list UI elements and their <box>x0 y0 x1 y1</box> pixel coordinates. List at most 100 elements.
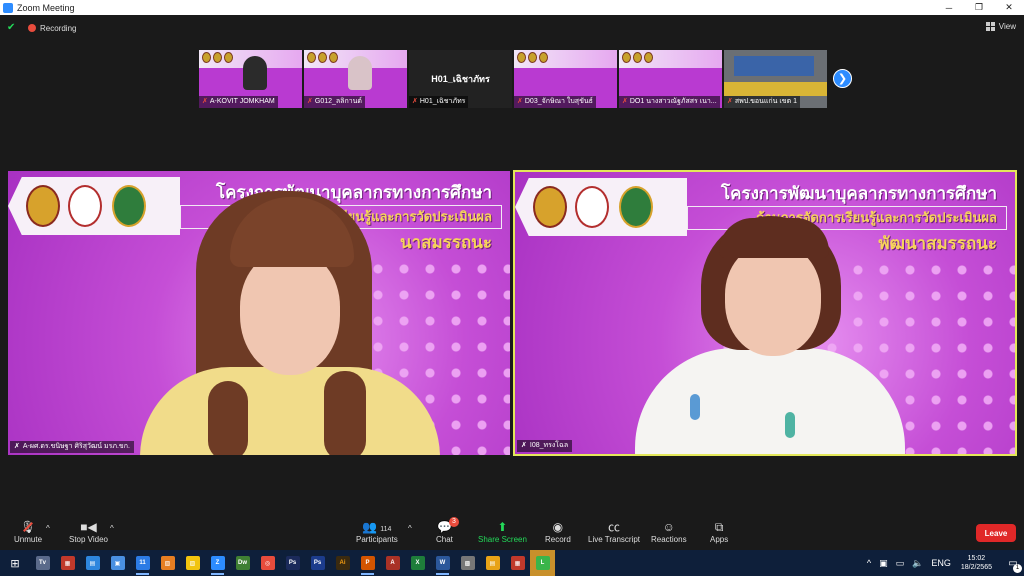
unmute-button[interactable]: 🎙 Unmute <box>14 519 42 544</box>
taskbar-app[interactable]: Ps <box>280 550 305 576</box>
reactions-button[interactable]: ☺ Reactions <box>651 519 687 544</box>
participants-count: 114 <box>380 526 392 533</box>
mic-muted-icon: ✗ <box>412 98 418 105</box>
emblem-icon <box>575 186 609 228</box>
participant-thumbnail[interactable]: ✗ A-KOVIT JOMKHAM <box>199 50 302 108</box>
mic-muted-icon: ✗ <box>202 98 208 105</box>
view-button[interactable]: View <box>985 22 1016 31</box>
taskbar-app[interactable]: Ai <box>330 550 355 576</box>
room-table <box>724 82 827 96</box>
taskbar-app[interactable]: ▨ <box>180 550 205 576</box>
participant-name-label: ✗ G012_ลลิกานต์ <box>304 96 365 108</box>
closed-caption-icon: ㏄ <box>608 520 621 534</box>
stop-video-button[interactable]: ■◀ Stop Video <box>69 519 108 544</box>
emblem-icons <box>517 52 548 63</box>
recording-icon <box>28 24 36 32</box>
mic-muted-icon: ✗ <box>622 98 628 105</box>
taskbar-app[interactable]: 11 <box>130 550 155 576</box>
taskbar-app[interactable]: ▦ <box>55 550 80 576</box>
participant-name-label: ✗ สพป.ขอนแก่น เขต 1 <box>724 96 800 108</box>
clock-date: 18/2/2565 <box>960 564 992 571</box>
taskbar-app[interactable]: ▤ <box>80 550 105 576</box>
meeting-controls-toolbar: 🎙 Unmute ^ ■◀ Stop Video ^ 👥114 Particip… <box>0 516 1024 550</box>
mic-muted-icon: ✗ <box>307 98 313 105</box>
window-title: Zoom Meeting <box>17 2 75 13</box>
title-bar: Zoom Meeting ─ ❐ ✕ <box>0 0 1024 15</box>
clock[interactable]: 15:02 18/2/2565 <box>961 554 992 572</box>
notification-count-badge: 1 <box>1013 563 1022 573</box>
participant-video <box>243 56 267 90</box>
taskbar-app[interactable]: P <box>355 550 380 576</box>
taskbar-app[interactable]: ▦ <box>505 550 530 576</box>
taskbar-app[interactable]: Dw <box>230 550 255 576</box>
smiley-icon: ☺ <box>662 520 675 534</box>
display-icon[interactable]: ▭ <box>896 558 905 569</box>
close-button[interactable]: ✕ <box>994 0 1024 15</box>
share-screen-button[interactable]: ⬆ Share Screen <box>478 519 527 544</box>
minimize-button[interactable]: ─ <box>934 0 964 15</box>
record-button[interactable]: ◉ Record <box>545 519 571 544</box>
participant-thumbnail[interactable]: ✗ G012_ลลิกานต์ <box>304 50 407 108</box>
audio-options-caret[interactable]: ^ <box>46 524 50 533</box>
taskbar-app[interactable]: W <box>430 550 455 576</box>
zoom-app-icon <box>3 2 13 13</box>
participant-video <box>348 56 372 90</box>
language-indicator[interactable]: ENG <box>931 558 951 568</box>
leave-button[interactable]: Leave <box>976 524 1016 542</box>
taskbar-app[interactable]: Ps <box>305 550 330 576</box>
share-screen-icon: ⬆ <box>497 520 508 534</box>
chat-icon: 💬 3 <box>437 517 459 535</box>
network-icon[interactable]: ▣ <box>879 558 888 569</box>
chat-button[interactable]: 💬 3 Chat <box>436 517 459 544</box>
next-page-button[interactable]: ❯ <box>833 69 852 88</box>
apps-button[interactable]: ⧉ Apps <box>710 519 728 544</box>
room-banner <box>734 56 814 76</box>
volume-icon[interactable]: 🔈 <box>912 558 923 569</box>
video-panel-right[interactable]: โครงการพัฒนาบุคลากรทางการศึกษา ด้านการจั… <box>513 170 1017 456</box>
participant-thumbnail[interactable]: ✗ D03_จักษิณา ใบสุขันธ์ <box>514 50 617 108</box>
windows-taskbar: ⊞ Tv ▦ ▤ ▣ 11 ▧ ▨ Z Dw ◎ Ps Ps Ai P A X … <box>0 550 1024 576</box>
tray-overflow-icon[interactable]: ^ <box>867 558 871 568</box>
taskbar-app[interactable]: ▣ <box>105 550 130 576</box>
taskbar-app[interactable]: A <box>380 550 405 576</box>
participant-name-label: ✗ I08_ทรงโฉล <box>517 440 573 452</box>
participants-options-caret[interactable]: ^ <box>408 524 412 533</box>
record-icon: ◉ <box>552 520 564 534</box>
participant-name-label: ✗ A-KOVIT JOMKHAM <box>199 96 278 108</box>
mic-muted-icon: ✗ <box>521 442 527 449</box>
participants-icon: 👥 114 <box>362 520 392 534</box>
restore-button[interactable]: ❐ <box>964 0 994 15</box>
participants-button[interactable]: 👥 114 Participants <box>356 519 398 544</box>
video-panel-left[interactable]: โครงการพัฒนาบุคลากรทางการศึกษา ด้านการจั… <box>8 171 510 455</box>
taskbar-app[interactable]: ▩ <box>455 550 480 576</box>
participant-name-label: ✗ D03_จักษิณา ใบสุขันธ์ <box>514 96 596 108</box>
video-camera-icon: ■◀ <box>80 520 97 534</box>
banner-line-1: โครงการพัฒนาบุคลากรทางการศึกษา <box>720 184 997 204</box>
live-transcript-button[interactable]: ㏄ Live Transcript <box>588 519 640 544</box>
video-options-caret[interactable]: ^ <box>110 524 114 533</box>
taskbar-app[interactable]: Tv <box>30 550 55 576</box>
taskbar-app-line[interactable]: L <box>530 550 555 576</box>
participant-name-label: ✗ H01_เฉิชาภัทร <box>409 96 469 108</box>
participant-thumbnail[interactable]: ✗ สพป.ขอนแก่น เขต 1 <box>724 50 827 108</box>
participant-name-label: ✗ DO1 นางสาวณัฐภัสสร เนา... <box>619 96 720 108</box>
taskbar-app[interactable]: ▧ <box>155 550 180 576</box>
emblem-icon <box>619 186 653 228</box>
shield-icon[interactable]: ✔ <box>7 23 17 33</box>
participant-thumbnail[interactable]: ✗ DO1 นางสาวณัฐภัสสร เนา... <box>619 50 722 108</box>
grid-icon <box>985 22 995 31</box>
taskbar-app[interactable]: ◎ <box>255 550 280 576</box>
emblem-icon <box>533 186 567 228</box>
taskbar-app[interactable]: X <box>405 550 430 576</box>
start-button[interactable]: ⊞ <box>0 550 30 576</box>
participant-name-placeholder: H01_เฉิชาภัทร <box>431 74 490 84</box>
recording-label: Recording <box>40 23 77 33</box>
emblem-icon <box>26 185 60 227</box>
mic-muted-icon: ✗ <box>517 98 523 105</box>
taskbar-app[interactable]: ▤ <box>480 550 505 576</box>
banner-line-1: โครงการพัฒนาบุคลากรทางการศึกษา <box>215 183 492 203</box>
notifications-icon[interactable]: ▭ 1 <box>1002 558 1024 573</box>
meeting-info-bar: ✔ Recording View <box>0 15 1024 41</box>
participant-thumbnail[interactable]: H01_เฉิชาภัทร ✗ H01_เฉิชาภัทร <box>409 50 512 108</box>
taskbar-app[interactable]: Z <box>205 550 230 576</box>
